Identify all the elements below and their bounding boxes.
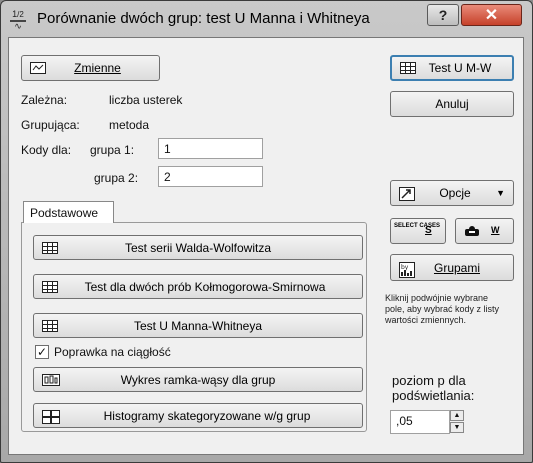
histograms-icon bbox=[42, 409, 60, 424]
down-arrow-icon: ▼ bbox=[453, 424, 461, 431]
grouping-label: Grupująca: bbox=[21, 118, 80, 132]
variables-icon bbox=[30, 62, 46, 74]
options-button[interactable]: Opcje ▼ bbox=[390, 180, 514, 206]
p-level-decrement[interactable]: ▼ bbox=[450, 422, 464, 433]
title-bar[interactable]: 1/2 ∿ Porównanie dwóch grup: test U Mann… bbox=[1, 1, 532, 37]
hint-text: Kliknij podwójnie wybrane pole, aby wybr… bbox=[385, 293, 499, 326]
p-level-input[interactable]: ,05 bbox=[390, 410, 450, 434]
mann-whitney-button[interactable]: Test U Manna-Whitneya bbox=[33, 313, 363, 338]
hint-line-3: wartości zmiennych. bbox=[385, 315, 467, 325]
select-cases-button[interactable]: SELECT CASES S bbox=[390, 218, 446, 244]
cancel-button-label: Anuluj bbox=[435, 97, 469, 111]
variables-button[interactable]: Zmienne bbox=[21, 55, 160, 81]
close-icon: ✕ bbox=[484, 7, 499, 24]
codes-label: Kody dla: bbox=[21, 143, 72, 157]
table-icon bbox=[42, 319, 58, 332]
boxplot-icon bbox=[42, 373, 60, 386]
svg-text:by: by bbox=[401, 264, 409, 271]
app-icon: 1/2 ∿ bbox=[8, 10, 28, 31]
cancel-button[interactable]: Anuluj bbox=[390, 91, 514, 117]
dialog-body: Zmienne Test U M-W Anuluj Zależna: liczb… bbox=[8, 37, 524, 455]
continuity-label: Poprawka na ciągłość bbox=[54, 345, 171, 359]
wald-wolfowitz-button[interactable]: Test serii Walda-Wolfowitza bbox=[33, 235, 363, 260]
group1-label: grupa 1: bbox=[90, 143, 135, 157]
dependent-value: liczba usterek bbox=[109, 93, 183, 107]
p-level-label-line2: podświetlania: bbox=[392, 388, 475, 403]
kolmogorov-smirnov-button[interactable]: Test dla dwóch prób Kołmogorowa-Smirnowa bbox=[33, 274, 363, 299]
table-icon bbox=[42, 241, 58, 254]
checkmark-icon: ✓ bbox=[36, 345, 48, 359]
by-groups-icon: by bbox=[399, 261, 415, 278]
variables-button-label: Zmienne bbox=[74, 61, 121, 75]
window-title: Porównanie dwóch grup: test U Manna i Wh… bbox=[37, 10, 370, 27]
weight-icon bbox=[463, 224, 481, 241]
table-icon bbox=[42, 280, 58, 293]
help-icon: ? bbox=[438, 7, 448, 23]
by-groups-label: Grupami bbox=[433, 260, 480, 275]
up-arrow-icon: ▲ bbox=[453, 412, 461, 419]
options-button-label: Opcje bbox=[439, 186, 471, 200]
histograms-button[interactable]: Histogramy skategoryzowane w/g grup bbox=[33, 403, 363, 428]
run-mw-test-label: Test U M-W bbox=[428, 61, 492, 75]
boxplot-button[interactable]: Wykres ramka-wąsy dla grup bbox=[33, 367, 363, 392]
run-mw-test-button[interactable]: Test U M-W bbox=[390, 55, 514, 81]
select-cases-icon: SELECT CASES bbox=[394, 223, 441, 229]
kolmogorov-smirnov-label: Test dla dwóch prób Kołmogorowa-Smirnowa bbox=[84, 279, 326, 294]
p-level-increment[interactable]: ▲ bbox=[450, 410, 464, 421]
group2-field[interactable]: 2 bbox=[158, 166, 263, 187]
continuity-checkbox[interactable]: ✓ bbox=[35, 345, 49, 359]
grouping-value: metoda bbox=[109, 118, 150, 132]
dialog-window: 1/2 ∿ Porównanie dwóch grup: test U Mann… bbox=[0, 0, 533, 463]
help-button[interactable]: ? bbox=[427, 4, 459, 26]
hint-line-1: Kliknij podwójnie wybrane bbox=[385, 293, 489, 303]
close-button[interactable]: ✕ bbox=[461, 4, 522, 26]
wald-wolfowitz-label: Test serii Walda-Wolfowitza bbox=[124, 240, 272, 255]
p-level-label-line1: poziom p dla bbox=[392, 373, 466, 388]
hint-line-2: pole, aby wybrać kody z listy bbox=[385, 304, 500, 314]
group1-field[interactable]: 1 bbox=[158, 138, 263, 159]
histograms-label: Histogramy skategoryzowane w/g grup bbox=[103, 408, 311, 423]
mann-whitney-label: Test U Manna-Whitneya bbox=[133, 318, 263, 333]
weight-button[interactable]: W bbox=[455, 218, 514, 244]
dependent-label: Zależna: bbox=[21, 93, 68, 107]
options-icon bbox=[399, 187, 415, 201]
by-groups-button[interactable]: by Grupami bbox=[390, 254, 514, 281]
select-cases-label: S bbox=[425, 225, 432, 236]
tab-podstawowe[interactable]: Podstawowe bbox=[23, 201, 114, 223]
weight-label: W bbox=[491, 225, 500, 235]
group2-label: grupa 2: bbox=[94, 171, 139, 185]
boxplot-label: Wykres ramka-wąsy dla grup bbox=[120, 372, 276, 387]
table-icon bbox=[400, 62, 416, 74]
dropdown-arrow-icon: ▼ bbox=[496, 188, 505, 198]
